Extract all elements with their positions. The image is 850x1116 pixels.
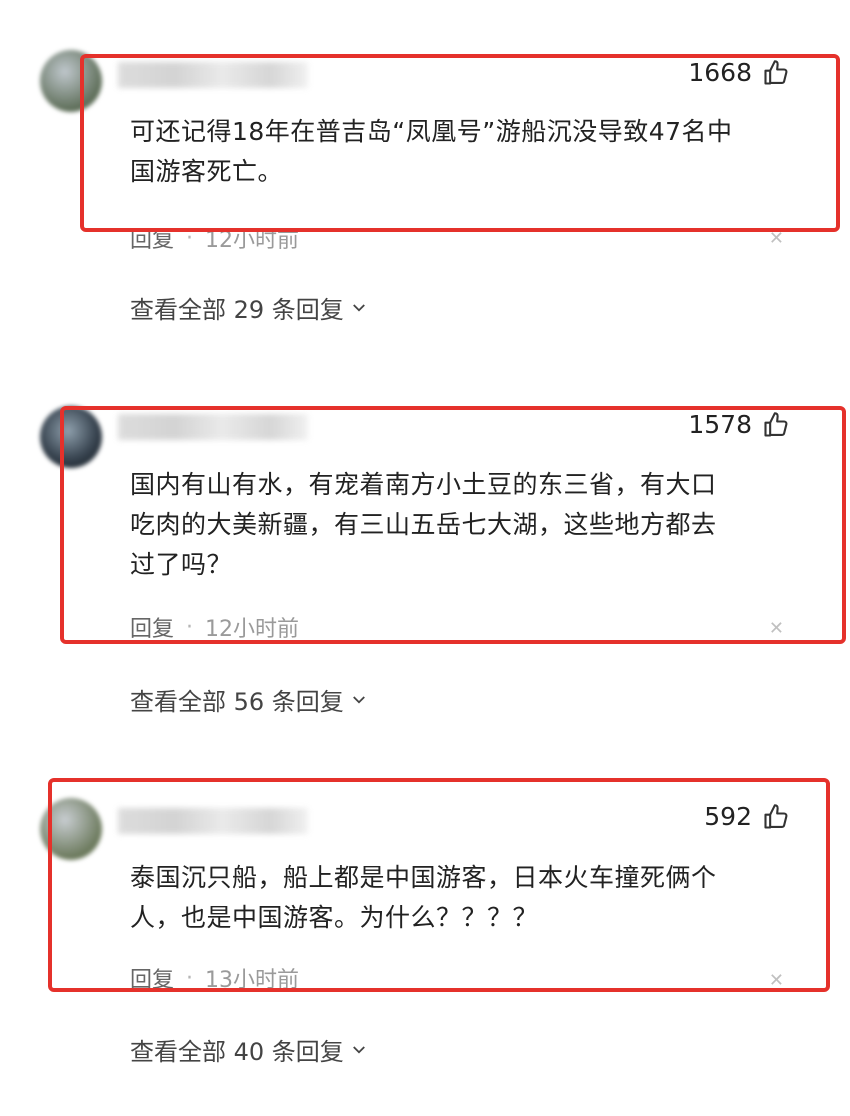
comment-text: 泰国沉只船，船上都是中国游客，日本火车撞死俩个 人，也是中国游客。为什么？？？？ — [130, 858, 790, 938]
close-icon[interactable]: ✕ — [769, 970, 784, 991]
reply-button[interactable]: 回复 — [130, 962, 174, 994]
comment-text-line: 泰国沉只船，船上都是中国游客，日本火车撞死俩个 — [130, 863, 717, 892]
view-all-replies-button[interactable]: 查看全部 29 条回复 — [130, 290, 368, 325]
view-all-replies-button[interactable]: 查看全部 56 条回复 — [130, 682, 368, 717]
separator-dot: · — [186, 614, 194, 640]
chevron-down-icon — [352, 1045, 365, 1054]
comment-meta: 回复 · 12小时前 — [130, 611, 299, 643]
username-blurred[interactable] — [118, 808, 308, 834]
avatar[interactable] — [40, 798, 102, 860]
comment-text: 国内有山有水，有宠着南方小土豆的东三省，有大口 吃肉的大美新疆，有三山五岳七大湖… — [130, 465, 790, 585]
timestamp: 12小时前 — [205, 617, 300, 642]
view-all-label: 查看全部 29 条回复 — [130, 296, 344, 324]
like-count: 1578 — [688, 410, 752, 439]
like-count: 1668 — [688, 58, 752, 87]
close-icon[interactable]: ✕ — [769, 618, 784, 639]
comment-text-line: 过了吗？ — [130, 550, 233, 579]
reply-button[interactable]: 回复 — [130, 611, 174, 643]
comment-meta: 回复 · 12小时前 — [130, 222, 299, 254]
comment-text-line: 吃肉的大美新疆，有三山五岳七大湖，这些地方都去 — [130, 510, 717, 539]
view-all-label: 查看全部 40 条回复 — [130, 1038, 344, 1066]
view-all-label: 查看全部 56 条回复 — [130, 688, 344, 716]
like-button[interactable]: 592 — [704, 802, 790, 831]
comment-text-line: 人，也是中国游客。为什么？？？？ — [130, 903, 539, 932]
thumbs-up-icon — [764, 59, 788, 85]
username-blurred[interactable] — [118, 414, 308, 440]
chevron-down-icon — [352, 695, 365, 704]
thumbs-up-icon — [764, 803, 788, 829]
comment-text-line: 国内有山有水，有宠着南方小土豆的东三省，有大口 — [130, 470, 717, 499]
avatar[interactable] — [40, 406, 102, 468]
thumbs-up-icon — [764, 411, 788, 437]
username-blurred[interactable] — [118, 62, 308, 88]
reply-button[interactable]: 回复 — [130, 222, 174, 254]
comment-text: 可还记得18年在普吉岛“凤凰号”游船沉没导致47名中 国游客死亡。 — [130, 112, 790, 192]
timestamp: 12小时前 — [205, 228, 300, 253]
comment-meta: 回复 · 13小时前 — [130, 962, 299, 994]
like-button[interactable]: 1668 — [688, 58, 790, 87]
comment-text-line: 国游客死亡。 — [130, 157, 284, 186]
separator-dot: · — [186, 225, 194, 251]
separator-dot: · — [186, 965, 194, 991]
close-icon[interactable]: ✕ — [769, 228, 784, 249]
view-all-replies-button[interactable]: 查看全部 40 条回复 — [130, 1032, 368, 1067]
comment-text-line: 可还记得18年在普吉岛“凤凰号”游船沉没导致47名中 — [130, 117, 733, 146]
timestamp: 13小时前 — [205, 968, 300, 993]
like-count: 592 — [704, 802, 752, 831]
avatar[interactable] — [40, 50, 102, 112]
chevron-down-icon — [352, 303, 365, 312]
like-button[interactable]: 1578 — [688, 410, 790, 439]
